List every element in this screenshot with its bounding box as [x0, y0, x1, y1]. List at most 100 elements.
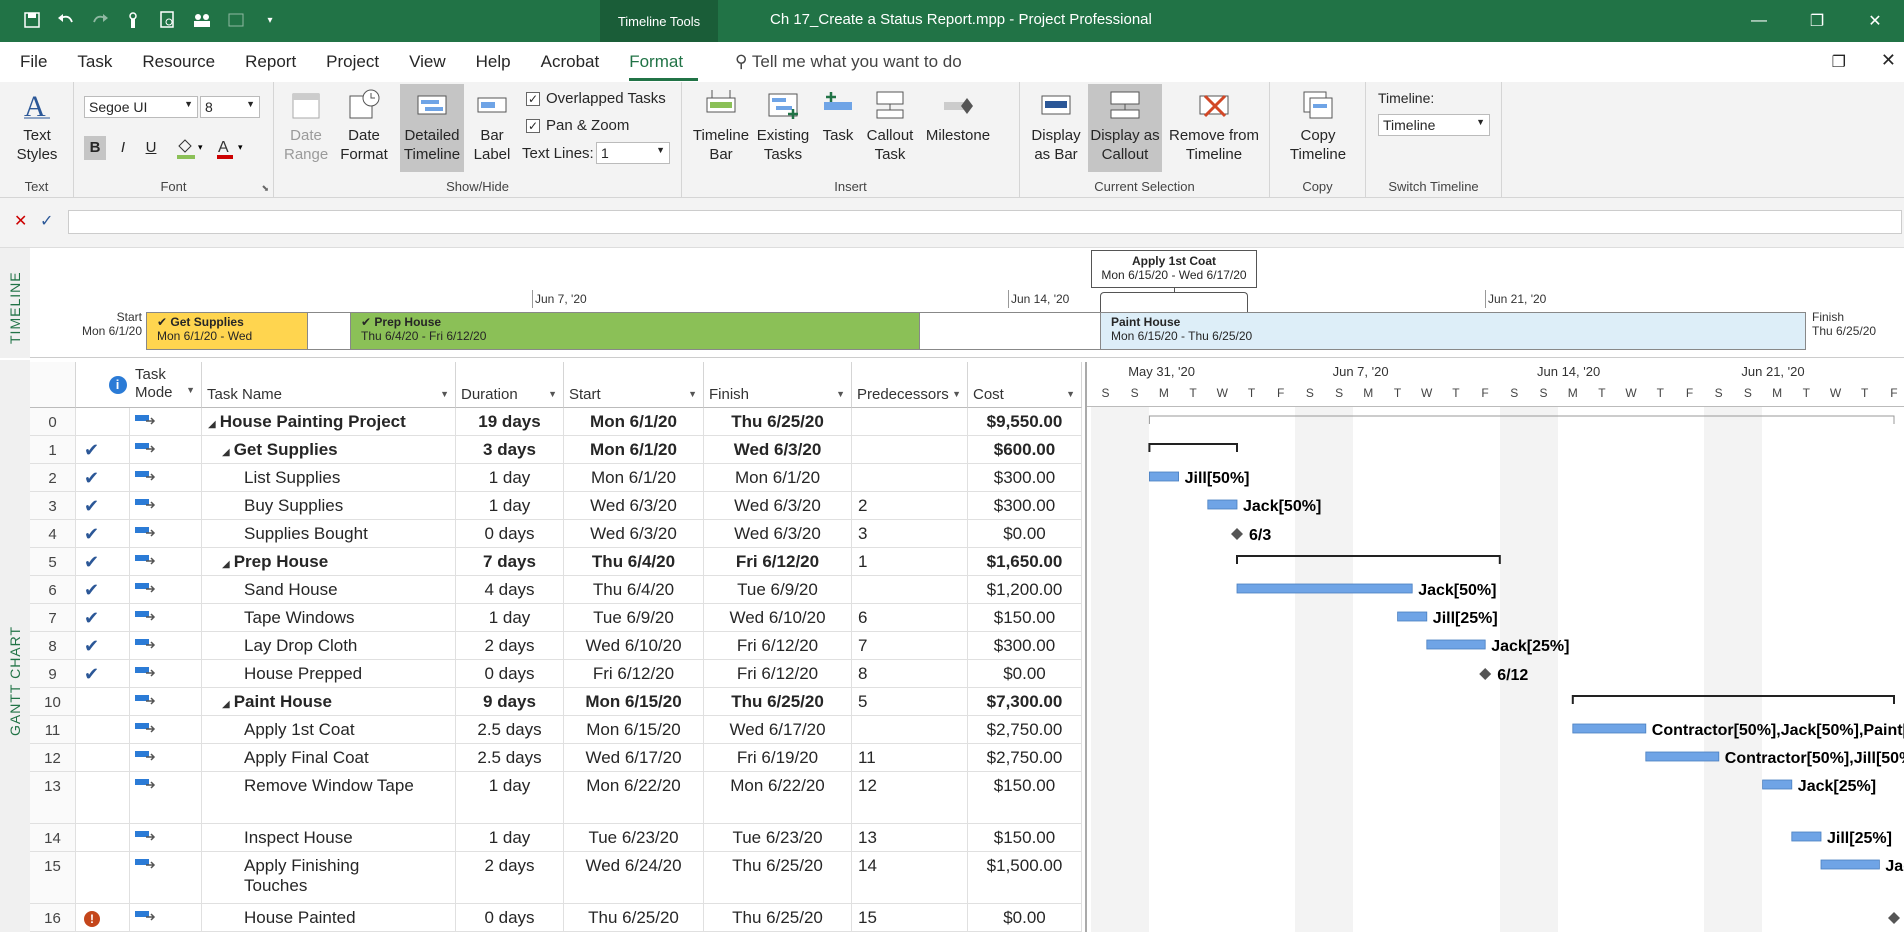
pred-cell[interactable]: 7 — [852, 632, 968, 659]
collapse-icon[interactable]: ◢ — [208, 419, 216, 430]
finish-cell[interactable]: Mon 6/22/20 — [704, 772, 852, 823]
cost-cell[interactable]: $150.00 — [968, 772, 1082, 823]
header-task-name[interactable]: Task Name ▼ — [202, 362, 456, 408]
table-row[interactable]: 5 ✔ ◢ Prep House 7 days Thu 6/4/20 Fri 6/12/20… — [30, 548, 1082, 576]
header-predecessors[interactable]: Predecessors ▼ — [852, 362, 968, 408]
indicator-cell[interactable]: ✔ — [76, 576, 130, 603]
start-cell[interactable]: Mon 6/22/20 — [564, 772, 704, 823]
finish-cell[interactable]: Tue 6/9/20 — [704, 576, 852, 603]
id-cell[interactable]: 8 — [30, 632, 76, 659]
duration-cell[interactable]: 9 days — [456, 688, 564, 715]
finish-cell[interactable]: Mon 6/1/20 — [704, 464, 852, 491]
pred-cell[interactable]: 3 — [852, 520, 968, 547]
start-cell[interactable]: Fri 6/12/20 — [564, 660, 704, 687]
cancel-entry-icon[interactable]: ✕ — [14, 211, 27, 231]
task-mode-cell[interactable] — [130, 744, 202, 771]
tab-file[interactable]: File — [20, 52, 62, 81]
entry-field[interactable] — [68, 210, 1902, 234]
task-mode-cell[interactable] — [130, 408, 202, 435]
tab-help[interactable]: Help — [476, 52, 526, 81]
pred-cell[interactable]: 5 — [852, 688, 968, 715]
cost-cell[interactable]: $1,650.00 — [968, 548, 1082, 575]
pred-cell[interactable] — [852, 464, 968, 491]
close-window-icon[interactable]: ✕ — [1846, 0, 1904, 42]
duration-cell[interactable]: 7 days — [456, 548, 564, 575]
start-cell[interactable]: Mon 6/15/20 — [564, 716, 704, 743]
display-as-bar-button[interactable]: Display as Bar — [1026, 88, 1086, 164]
font-name-select[interactable]: Segoe UI ▼ — [84, 96, 198, 118]
pan-zoom-checkbox[interactable]: ✓ Pan & Zoom — [526, 117, 629, 134]
id-cell[interactable]: 5 — [30, 548, 76, 575]
task-bar[interactable] — [1762, 779, 1793, 790]
task-name-cell[interactable]: ◢ Prep House — [202, 548, 456, 575]
id-cell[interactable]: 3 — [30, 492, 76, 519]
tab-project[interactable]: Project — [326, 52, 394, 81]
tab-view[interactable]: View — [409, 52, 461, 81]
collapse-icon[interactable]: ◢ — [222, 447, 230, 458]
customize-qat-icon[interactable]: ▾ — [260, 10, 280, 30]
pred-cell[interactable] — [852, 436, 968, 463]
pred-cell[interactable] — [852, 576, 968, 603]
id-cell[interactable]: 11 — [30, 716, 76, 743]
duration-cell[interactable]: 1 day — [456, 464, 564, 491]
task-mode-cell[interactable] — [130, 548, 202, 575]
header-start[interactable]: Start ▼ — [564, 362, 704, 408]
fill-color-button[interactable]: ▾ — [174, 136, 208, 160]
cost-cell[interactable]: $0.00 — [968, 520, 1082, 547]
timeline-select[interactable]: Timeline ▼ — [1378, 114, 1490, 136]
table-row[interactable]: 16! House Painted 0 days Thu 6/25/20 Thu 6/2… — [30, 904, 1082, 932]
cost-cell[interactable]: $150.00 — [968, 604, 1082, 631]
start-cell[interactable]: Mon 6/1/20 — [564, 464, 704, 491]
table-row[interactable]: 7 ✔ Tape Windows 1 day Tue 6/9/20 Wed 6/10/20… — [30, 604, 1082, 632]
table-row[interactable]: 4 ✔ Supplies Bought 0 days Wed 6/3/20 Wed 6/3… — [30, 520, 1082, 548]
id-cell[interactable]: 16 — [30, 904, 76, 931]
task-name-cell[interactable]: Supplies Bought — [202, 520, 456, 547]
task-mode-cell[interactable] — [130, 660, 202, 687]
indicator-cell[interactable] — [76, 688, 130, 715]
task-mode-cell[interactable] — [130, 604, 202, 631]
task-bar[interactable] — [1645, 751, 1720, 762]
start-cell[interactable]: Mon 6/1/20 — [564, 408, 704, 435]
detailed-timeline-button[interactable]: Detailed Timeline — [400, 84, 464, 172]
indicator-cell[interactable]: ! — [76, 904, 130, 931]
pred-cell[interactable]: 14 — [852, 852, 968, 903]
duration-cell[interactable]: 2.5 days — [456, 744, 564, 771]
task-name-cell[interactable]: Apply 1st Coat — [202, 716, 456, 743]
id-cell[interactable]: 10 — [30, 688, 76, 715]
cost-cell[interactable]: $150.00 — [968, 824, 1082, 851]
indicator-cell[interactable]: ✔ — [76, 492, 130, 519]
id-cell[interactable]: 15 — [30, 852, 76, 903]
start-cell[interactable]: Mon 6/15/20 — [564, 688, 704, 715]
task-bar[interactable] — [1149, 471, 1180, 482]
tab-format[interactable]: Format — [629, 52, 699, 81]
task-bar[interactable] — [1791, 831, 1822, 842]
indicator-cell[interactable]: ✔ — [76, 660, 130, 687]
duration-cell[interactable]: 1 day — [456, 824, 564, 851]
timeline-bar-prep-house[interactable]: ✔ Prep House Thu 6/4/20 - Fri 6/12/20 — [350, 312, 920, 350]
task-mode-cell[interactable] — [130, 520, 202, 547]
summary-bar[interactable] — [1236, 555, 1501, 564]
print-preview-icon[interactable] — [158, 10, 178, 30]
id-cell[interactable]: 0 — [30, 408, 76, 435]
indicator-cell[interactable]: ✔ — [76, 464, 130, 491]
tab-task[interactable]: Task — [77, 52, 127, 81]
summary-bar[interactable] — [1148, 443, 1238, 452]
start-cell[interactable]: Wed 6/3/20 — [564, 520, 704, 547]
cost-cell[interactable]: $300.00 — [968, 492, 1082, 519]
callout-task-button[interactable]: Callout Task — [862, 88, 918, 164]
header-cost[interactable]: Cost ▼ — [968, 362, 1082, 408]
id-cell[interactable]: 7 — [30, 604, 76, 631]
cost-cell[interactable]: $9,550.00 — [968, 408, 1082, 435]
bar-label-button[interactable]: Bar Label — [470, 88, 514, 164]
task-mode-cell[interactable] — [130, 436, 202, 463]
task-name-cell[interactable]: List Supplies — [202, 464, 456, 491]
bold-button[interactable]: B — [84, 136, 106, 160]
finish-cell[interactable]: Wed 6/17/20 — [704, 716, 852, 743]
table-row[interactable]: 6 ✔ Sand House 4 days Thu 6/4/20 Tue 6/9/20 $1… — [30, 576, 1082, 604]
milestone-button[interactable]: Milestone — [922, 88, 994, 145]
milestone-marker[interactable] — [1479, 668, 1492, 680]
minimize-icon[interactable]: — — [1730, 0, 1788, 42]
table-row[interactable]: 2 ✔ List Supplies 1 day Mon 6/1/20 Mon 6/1/20… — [30, 464, 1082, 492]
duration-cell[interactable]: 2 days — [456, 632, 564, 659]
tab-report[interactable]: Report — [245, 52, 311, 81]
